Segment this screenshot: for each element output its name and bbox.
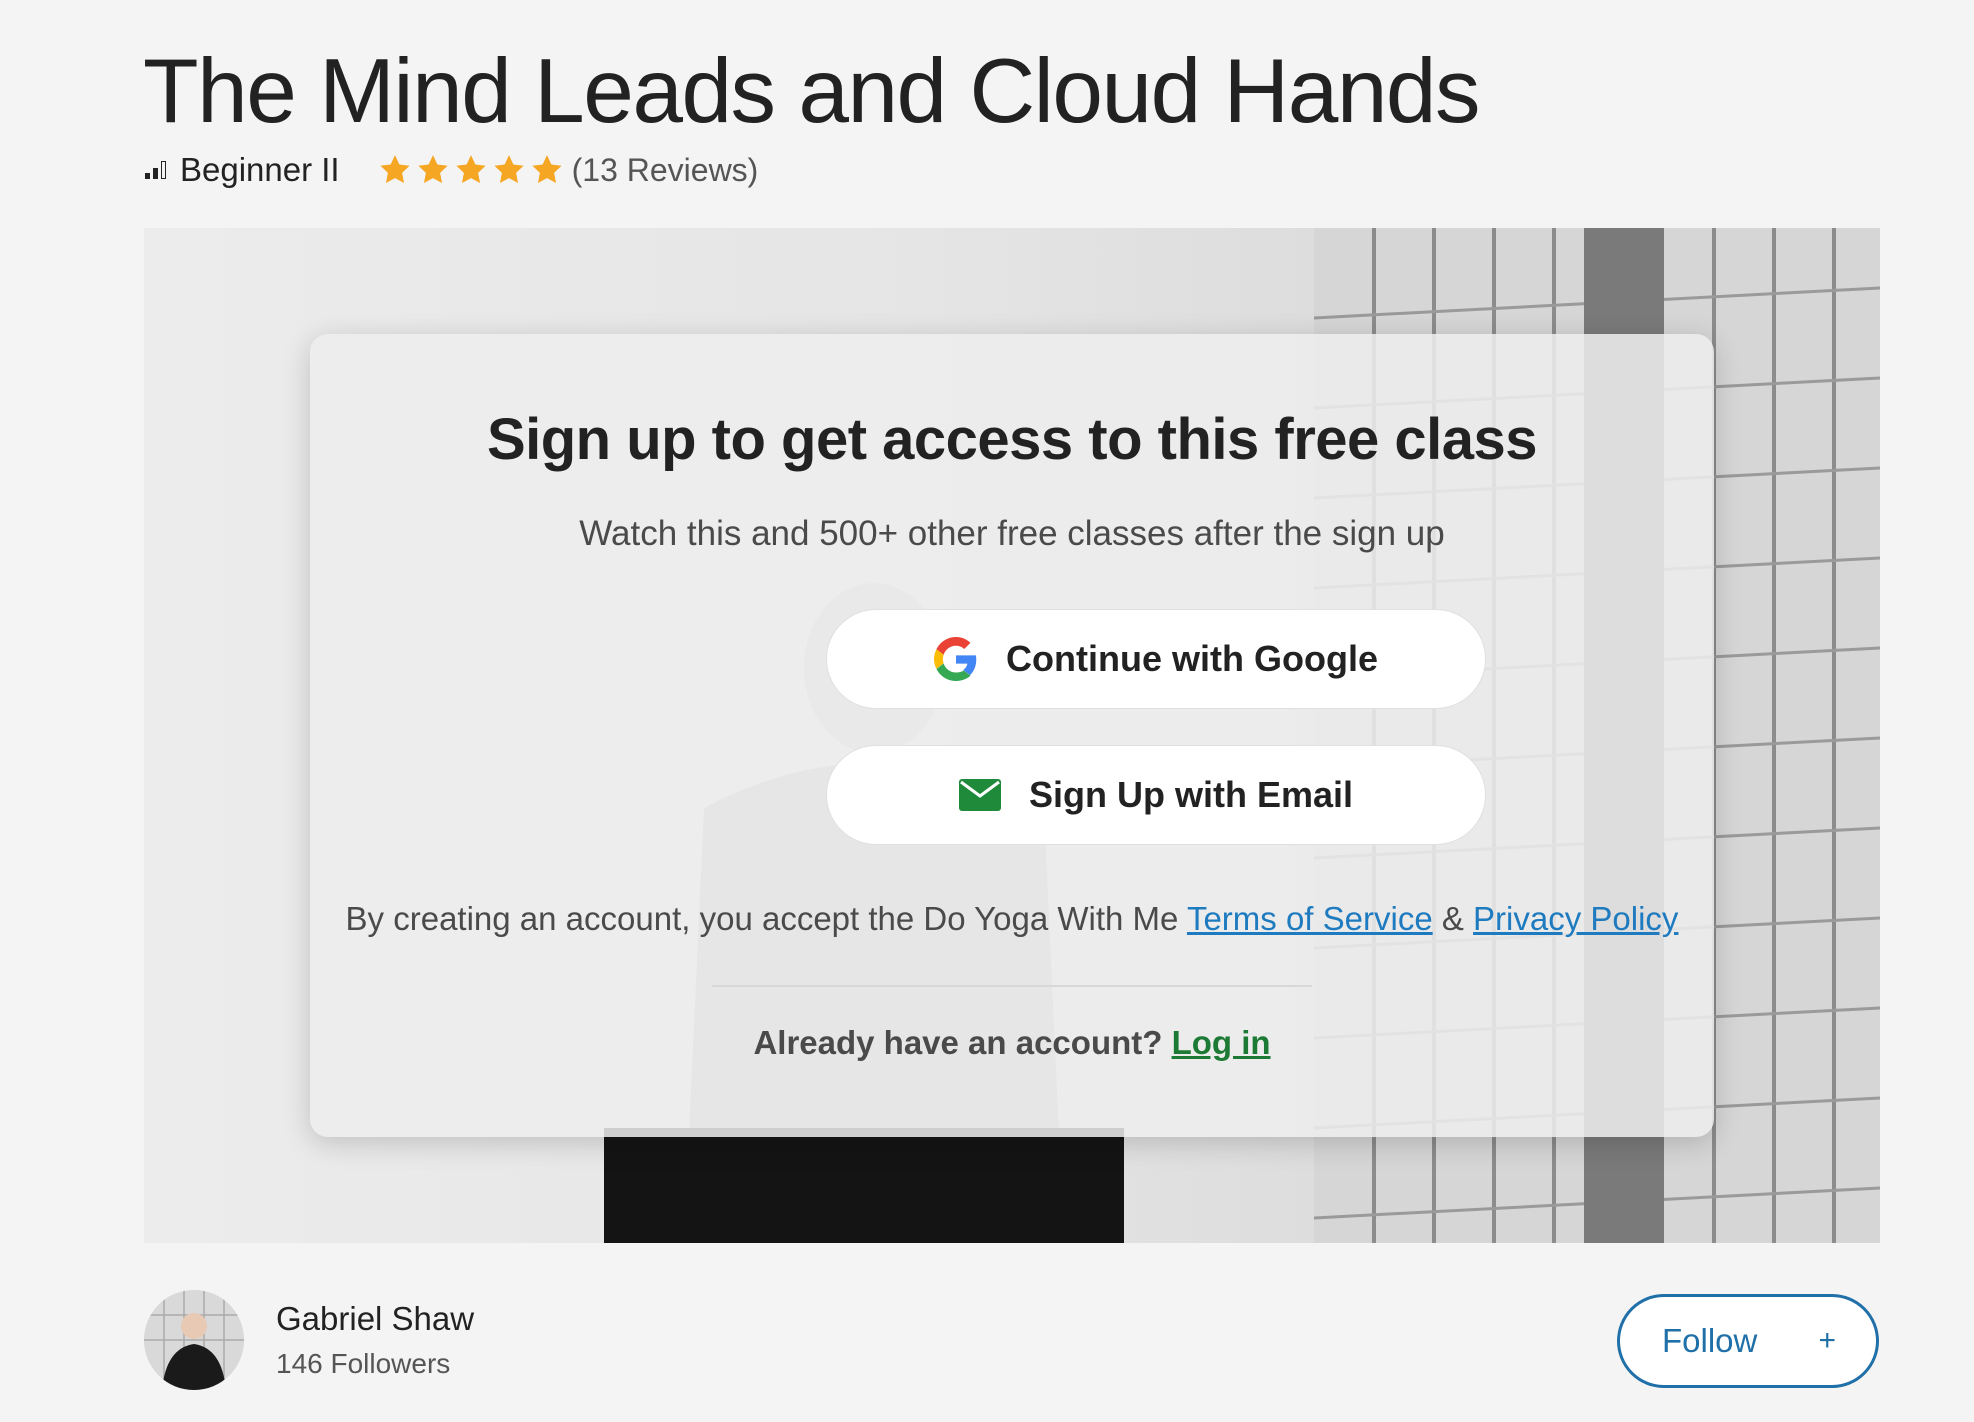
page-title: The Mind Leads and Cloud Hands [143, 41, 1481, 142]
star-icon [456, 155, 486, 184]
login-prompt: Already have an account? Log in [310, 1024, 1714, 1062]
terms-of-service-link[interactable]: Terms of Service [1187, 900, 1433, 937]
level-bars-icon [145, 161, 166, 179]
login-prompt-text: Already have an account? [753, 1024, 1172, 1061]
star-icon [380, 155, 410, 184]
rating-stars[interactable] [378, 153, 564, 187]
class-page: The Mind Leads and Cloud Hands Beginner … [0, 0, 1974, 1422]
star-icon [494, 155, 524, 184]
terms-prefix: By creating an account, you accept the D… [345, 900, 1187, 937]
terms-notice: By creating an account, you accept the D… [310, 900, 1714, 938]
instructor-pants [604, 1128, 1124, 1243]
modal-title: Sign up to get access to this free class [486, 407, 1538, 472]
class-meta: Beginner II (13 Reviews) [145, 148, 758, 192]
author-info: Gabriel Shaw 146 Followers [144, 1290, 474, 1390]
login-link[interactable]: Log in [1172, 1024, 1271, 1061]
google-button-label: Continue with Google [1006, 638, 1378, 679]
email-button-label: Sign Up with Email [1028, 774, 1354, 815]
star-icon [418, 155, 448, 184]
signup-with-email-button[interactable]: Sign Up with Email [826, 745, 1486, 845]
reviews-link[interactable]: (13 Reviews) [572, 152, 759, 189]
follow-button[interactable]: Follow + [1617, 1294, 1879, 1388]
modal-divider [712, 985, 1312, 987]
plus-icon: + [1818, 1324, 1836, 1357]
avatar[interactable] [144, 1290, 244, 1390]
continue-with-google-button[interactable]: Continue with Google [826, 609, 1486, 709]
google-icon [934, 637, 978, 681]
level-label: Beginner II [180, 151, 340, 188]
follow-label: Follow [1662, 1322, 1758, 1359]
envelope-icon [958, 779, 1001, 811]
terms-and: & [1432, 900, 1474, 937]
video-preview: Sign up to get access to this free class… [144, 228, 1880, 1243]
privacy-policy-link[interactable]: Privacy Policy [1473, 900, 1678, 937]
follower-count: 146 Followers [276, 1348, 451, 1379]
signup-modal: Sign up to get access to this free class… [310, 334, 1714, 1137]
modal-subtitle: Watch this and 500+ other free classes a… [579, 514, 1445, 553]
author-name[interactable]: Gabriel Shaw [276, 1300, 474, 1338]
star-icon [532, 155, 562, 184]
